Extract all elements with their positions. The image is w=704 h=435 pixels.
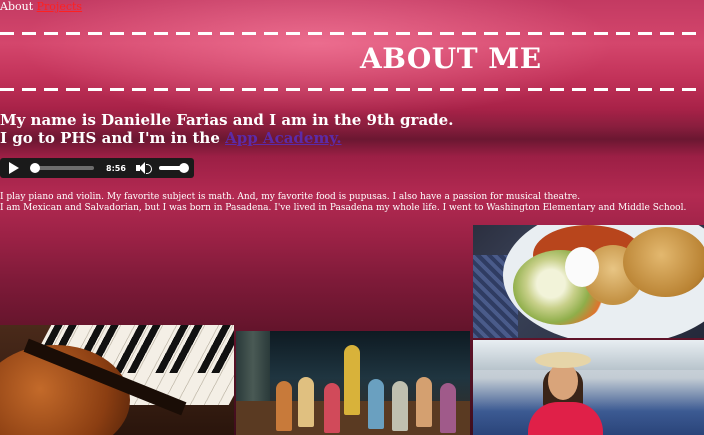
volume-slider[interactable] (158, 163, 189, 173)
bio-line-2: I am Mexican and Salvadorian, but I was … (0, 203, 687, 213)
top-nav: About Projects (0, 0, 82, 13)
bio-paragraph: I play piano and violin. My favorite sub… (0, 192, 686, 214)
intro-line-2-prefix: I go to PHS and I'm in the (0, 129, 220, 147)
play-icon[interactable] (9, 162, 19, 174)
musical-theatre-photo (236, 331, 470, 435)
intro-text: My name is Danielle Farias and I am in t… (0, 111, 453, 147)
seek-handle[interactable] (30, 163, 40, 173)
nav-about-label: About (0, 0, 34, 13)
bio-line-1: I play piano and violin. My favorite sub… (0, 192, 581, 202)
audio-time: 8:56 (106, 163, 126, 173)
nav-projects-link[interactable]: Projects (37, 0, 82, 13)
piano-violin-photo (0, 325, 234, 435)
audio-seek-bar[interactable] (30, 163, 94, 173)
intro-line-1: My name is Danielle Farias and I am in t… (0, 111, 454, 129)
audio-player[interactable]: 8:56 (0, 158, 194, 178)
portrait-photo (473, 340, 704, 435)
page-title: ABOUT ME (360, 42, 542, 75)
dashed-divider-bottom (0, 88, 704, 91)
volume-icon[interactable] (135, 161, 152, 175)
app-academy-link[interactable]: App Academy. (225, 129, 341, 147)
intro-line-2: I go to PHS and I'm in the App Academy. (0, 129, 453, 147)
pupusas-photo (473, 225, 704, 338)
volume-handle[interactable] (178, 163, 189, 173)
dashed-divider-top (0, 32, 704, 35)
